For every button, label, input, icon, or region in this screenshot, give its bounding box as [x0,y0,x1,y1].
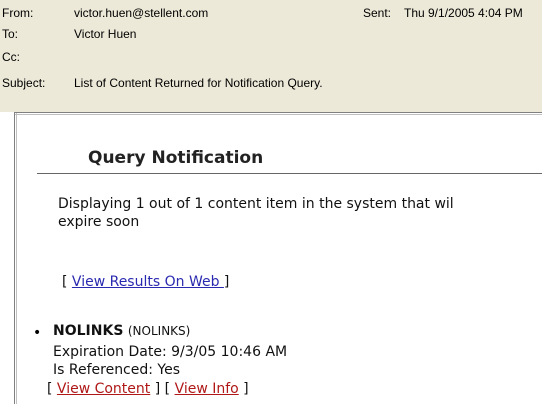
view-info-link[interactable]: View Info [175,381,239,397]
view-results-link[interactable]: View Results On Web [72,274,224,290]
to-value[interactable]: Victor Huen [74,27,136,41]
query-notification-title: Query Notification [88,148,264,168]
cc-label: Cc: [2,50,20,64]
subject-label: Subject: [2,76,46,90]
sent-label: Sent: [363,6,392,20]
view-results-row: [ View Results On Web ] [62,274,230,290]
description-line-2: expire soon [58,214,140,230]
message-body: Query Notification Displaying 1 out of 1… [14,112,542,404]
title-divider [37,173,542,174]
bullet-icon: • [33,325,42,341]
sent-value: Thu 9/1/2005 4:04 PM [404,6,523,20]
email-header: From: victor.huen@stellent.com Sent: Thu… [0,0,542,112]
frame-border-left [16,113,17,404]
item-links-row: [ View Content ] [ View Info ] [47,381,249,397]
subject-value: List of Content Returned for Notificatio… [74,76,323,90]
content-item-title: NOLINKS (NOLINKS) [53,323,190,339]
from-value[interactable]: victor.huen@stellent.com [74,6,208,20]
content-item-id: (NOLINKS) [127,324,191,338]
frame-border-top [15,114,542,115]
to-label: To: [2,27,19,41]
description-line-1: Displaying 1 out of 1 content item in th… [58,196,454,212]
content-item-name: NOLINKS [53,323,124,339]
view-content-link[interactable]: View Content [57,381,150,397]
from-label: From: [2,6,34,20]
expiration-date: Expiration Date: 9/3/05 10:46 AM [53,344,288,360]
notification-description: Displaying 1 out of 1 content item in th… [58,195,542,231]
referenced-status: Is Referenced: Yes [53,362,181,378]
